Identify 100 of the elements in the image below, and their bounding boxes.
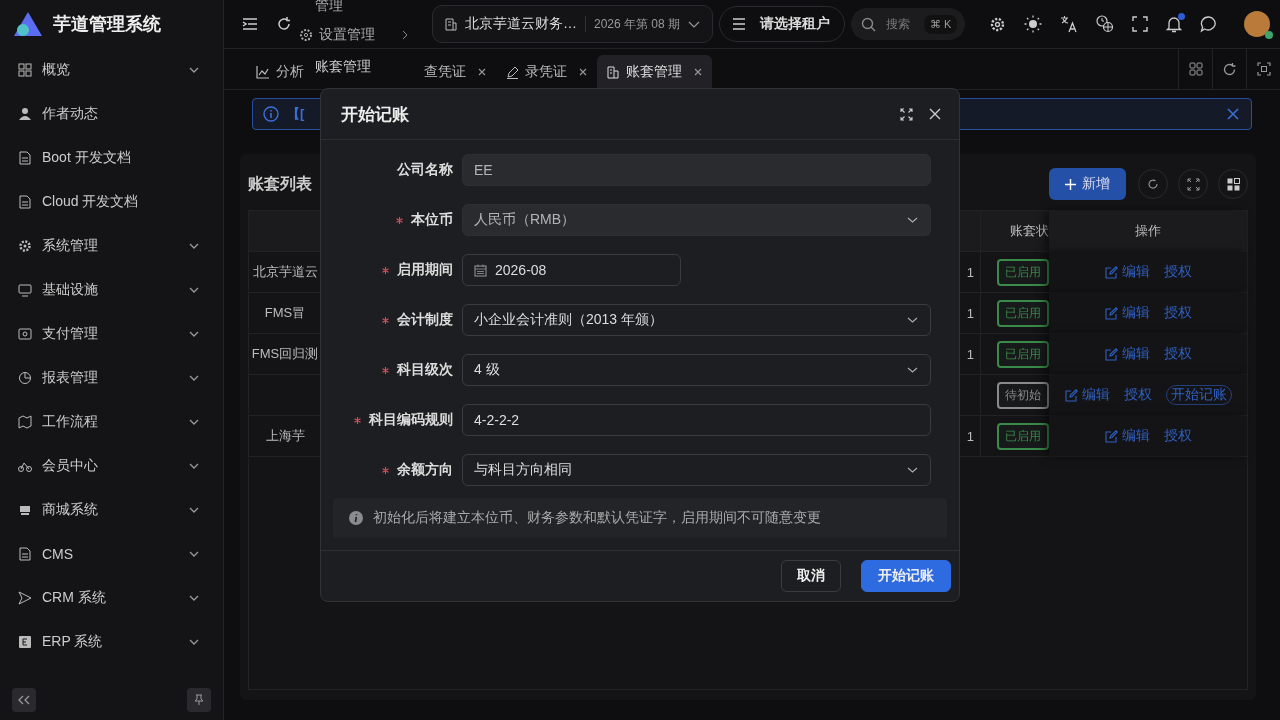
avatar[interactable]	[1244, 11, 1271, 37]
settings-icon[interactable]	[989, 15, 1007, 33]
app-title: 芋道管理系统	[53, 13, 161, 36]
table-cell: 上海芋	[265, 427, 305, 445]
chevron-down-icon	[907, 367, 918, 373]
status-tag: 已启用	[997, 340, 1049, 368]
select-field[interactable]: 与科目方向相同	[462, 454, 931, 486]
sidebar-item[interactable]: Cloud 开发文档	[8, 180, 215, 224]
sidebar-item[interactable]: ERP 系统	[8, 620, 215, 664]
expand-icon	[1186, 177, 1200, 191]
user-icon	[18, 107, 32, 121]
pen-icon	[506, 65, 519, 79]
pin-button[interactable]	[187, 688, 211, 712]
send-icon	[18, 591, 32, 605]
chevron-down-icon	[907, 217, 918, 223]
status-tag: 待初始	[997, 381, 1049, 409]
table-cell: 1	[966, 305, 974, 321]
info-icon	[349, 511, 363, 525]
double-chevron-left-icon	[18, 695, 30, 705]
edit-icon	[1104, 429, 1118, 443]
search-icon	[861, 16, 877, 32]
table-cell: FMS回归测	[251, 345, 319, 363]
maximize-icon[interactable]	[1256, 62, 1271, 76]
chat-icon[interactable]	[1200, 15, 1219, 33]
dialog-title: 开始记账	[341, 103, 409, 126]
account-selector[interactable]: 北京芋道云财务… 2026 年第 08 期	[432, 5, 714, 43]
pie-chart-icon	[18, 371, 32, 385]
wallet-icon	[18, 327, 32, 341]
date-field[interactable]: 2026-08	[462, 254, 681, 286]
sun-icon[interactable]	[1024, 15, 1043, 33]
card-title: 账套列表	[248, 173, 312, 194]
fullscreen-icon[interactable]	[1132, 16, 1149, 32]
breadcrumb-item[interactable]: 账套管理	[315, 58, 371, 76]
bell-icon[interactable]	[1166, 15, 1183, 33]
sidebar-item[interactable]: 会员中心	[8, 444, 215, 488]
pin-icon	[194, 694, 204, 706]
menu-toggle-icon[interactable]	[242, 17, 258, 31]
breadcrumb-item[interactable]: 设置管理	[319, 26, 375, 44]
sidebar-item[interactable]: 基础设施	[8, 268, 215, 312]
edit-icon	[1104, 347, 1118, 361]
grid-icon	[18, 63, 32, 77]
chart-icon	[256, 65, 270, 79]
document-icon	[607, 65, 620, 79]
field-label: 公司名称	[397, 161, 453, 179]
settings-icon	[299, 28, 313, 42]
confirm-button[interactable]: 开始记账	[861, 560, 951, 592]
document-icon	[18, 547, 32, 561]
tab[interactable]: 分析	[246, 55, 314, 89]
status-tag: 已启用	[997, 422, 1049, 450]
shop-icon	[18, 503, 32, 517]
document-icon	[445, 17, 457, 31]
status-tag: 已启用	[997, 258, 1049, 286]
sidebar-item[interactable]: 商城系统	[8, 488, 215, 532]
sidebar-item[interactable]: Boot 开发文档	[8, 136, 215, 180]
tab[interactable]: 账套管理	[597, 55, 712, 89]
table-cell: 北京芋道云	[252, 263, 318, 281]
select-field[interactable]: 4 级	[462, 354, 931, 386]
sidebar-item[interactable]: 作者动态	[8, 92, 215, 136]
sidebar-item[interactable]: 系统管理	[8, 224, 215, 268]
cancel-button[interactable]: 取消	[781, 560, 841, 592]
select-field[interactable]: 小企业会计准则（2013 年颁）	[462, 304, 931, 336]
online-dot	[1265, 31, 1274, 39]
sidebar-item[interactable]: CRM 系统	[8, 576, 215, 620]
plus-icon	[1065, 178, 1076, 190]
close-icon[interactable]	[579, 68, 587, 76]
tab[interactable]: 查凭证	[414, 55, 496, 89]
collapse-button[interactable]	[12, 688, 36, 712]
info-icon	[263, 106, 279, 122]
sidebar-item[interactable]: 工作流程	[8, 400, 215, 444]
add-button[interactable]: 新增	[1049, 168, 1126, 200]
field-label: 科目级次	[397, 361, 453, 379]
search-field[interactable]: 搜索 ⌘ K	[851, 8, 966, 40]
alert-text: 【[	[287, 105, 305, 123]
field-label: 科目编码规则	[369, 411, 453, 429]
translate-icon[interactable]	[1060, 15, 1079, 33]
monitor-icon	[18, 283, 32, 297]
chevron-down-icon	[907, 317, 918, 323]
list-icon	[732, 18, 747, 30]
edit-icon	[1104, 265, 1118, 279]
column-header: 账套状	[1010, 222, 1049, 240]
sidebar-item[interactable]: 支付管理	[8, 312, 215, 356]
clock-globe-icon[interactable]	[1096, 15, 1115, 33]
refresh-icon	[1147, 178, 1159, 190]
sidebar-item[interactable]: 报表管理	[8, 356, 215, 400]
close-icon[interactable]	[478, 68, 486, 76]
sidebar-item[interactable]: 概览	[8, 48, 215, 92]
sidebar-item[interactable]: CMS	[8, 532, 215, 576]
tab[interactable]: 录凭证	[496, 55, 597, 89]
document-icon	[18, 151, 32, 165]
close-icon[interactable]	[694, 68, 702, 76]
refresh-icon[interactable]	[1222, 61, 1237, 77]
edit-icon	[1104, 306, 1118, 320]
grid-icon[interactable]	[1188, 62, 1203, 76]
document-icon	[18, 195, 32, 209]
logo-icon	[13, 11, 43, 37]
column-header: 操作	[1135, 222, 1161, 240]
maximize-icon[interactable]	[900, 107, 913, 121]
grid-icon	[1226, 177, 1240, 191]
input-field[interactable]: 4-2-2-2	[462, 404, 931, 436]
refresh-icon[interactable]	[276, 16, 292, 32]
